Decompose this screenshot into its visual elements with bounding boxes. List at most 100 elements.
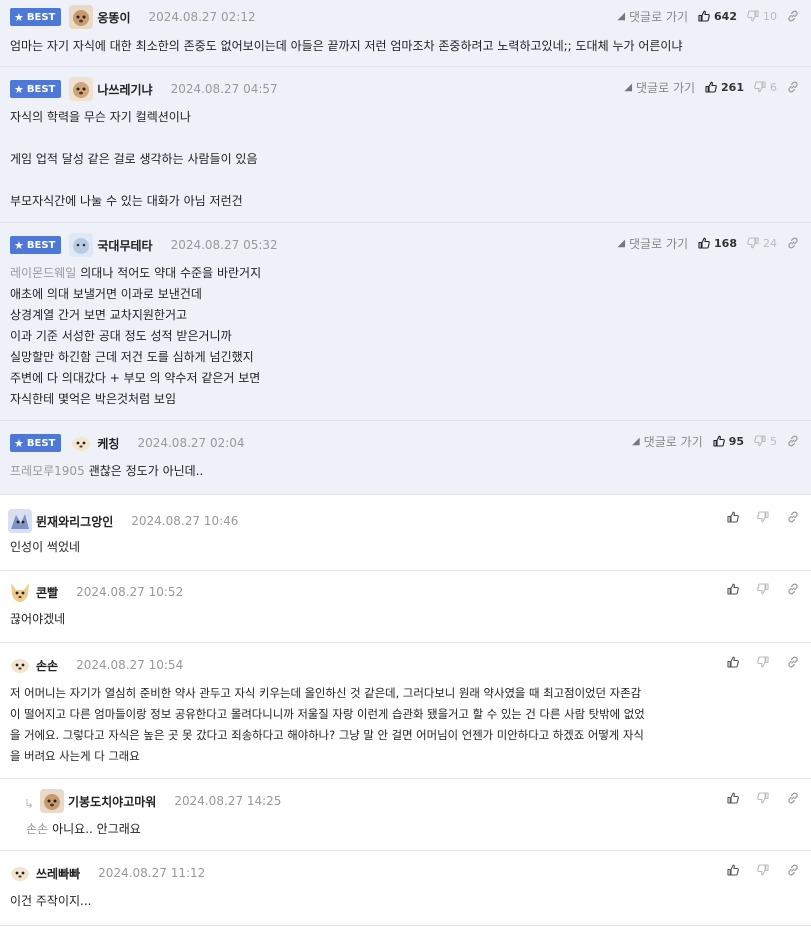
nickname[interactable]: 뮌재와리그앙인	[36, 513, 113, 530]
link-icon[interactable]	[787, 656, 799, 668]
comment-line: 끊어야겠네	[10, 612, 66, 626]
arrow-icon: ◢	[617, 237, 626, 249]
avatar[interactable]	[69, 233, 94, 257]
thumbs-down-icon[interactable]	[757, 864, 769, 876]
thumbs-up-icon	[713, 435, 725, 447]
downvote-button[interactable]: 5	[754, 435, 777, 448]
best-badge: ★ BEST	[10, 8, 62, 26]
link-icon[interactable]	[787, 583, 799, 595]
comment-line: 저 어머니는 자기가 열심히 준비한 약사 관두고 자식 키우는데 올인하신 것…	[10, 686, 642, 700]
comment-line: 상경계열 간거 보면 교차지원한거고	[10, 308, 188, 322]
downvote-button[interactable]: 24	[747, 237, 777, 250]
comment-line: 자식의 학력을 무슨 자기 컬렉션이나	[10, 110, 191, 124]
goto-reply-label: 댓글로 가기	[629, 236, 689, 251]
upvote-button[interactable]: 642	[698, 10, 737, 23]
reply-target-nick[interactable]: 프레모루1905	[10, 464, 85, 478]
comment-line: 실망할만 하긴함 근데 저건 도를 심하게 넘긴했지	[10, 350, 254, 364]
goto-reply-link[interactable]: ◢ 댓글로 가기	[617, 8, 688, 25]
arrow-icon: ◢	[624, 81, 633, 93]
thumbs-up-icon[interactable]	[727, 792, 739, 804]
nickname[interactable]: 콘빨	[36, 584, 58, 601]
comment-text: 끊어야겠네	[10, 609, 801, 630]
downvote-button[interactable]: 10	[747, 10, 777, 23]
nickname[interactable]: 손손	[36, 657, 58, 674]
comment-text: 프레모루1905 괜찮은 정도가 아닌데..	[10, 461, 801, 482]
link-icon[interactable]	[787, 10, 799, 22]
avatar[interactable]	[8, 861, 32, 885]
arrow-icon: ◢	[617, 10, 626, 22]
comment-line: 엄마는 자기 자식에 대한 최소한의 존중도 없어보이는데 아들은 끝까지 저런…	[10, 39, 683, 53]
comment-line: 주변에 다 의대갔다 + 부모 의 약수저 같은거 보면	[10, 371, 261, 385]
nickname[interactable]: 쓰레빠빠	[36, 865, 80, 882]
comment-date: 2024.08.27 02:12	[148, 10, 256, 24]
comment-line: 자식한테 몇억은 박은것처럼 보임	[10, 392, 177, 406]
best-label: BEST	[26, 11, 56, 23]
best-label: BEST	[26, 437, 56, 449]
thumbs-up-icon[interactable]	[727, 511, 739, 523]
nickname[interactable]: 케칭	[97, 435, 119, 452]
star-icon: ★	[14, 82, 24, 96]
best-label: BEST	[26, 239, 56, 251]
avatar[interactable]	[69, 77, 94, 101]
avatar[interactable]	[8, 509, 32, 533]
thumbs-up-icon[interactable]	[727, 583, 739, 595]
comment-item: ★ BEST 옹똥이 2024.08.27 02:12 ◢ 댓글로 가기 642 1…	[0, 0, 811, 67]
avatar[interactable]	[69, 431, 93, 455]
downvote-count: 6	[770, 80, 777, 94]
comment-date: 2024.08.27 02:04	[137, 436, 245, 450]
link-icon[interactable]	[787, 511, 799, 523]
nickname[interactable]: 옹똥이	[97, 9, 130, 26]
comment-item: ★ BEST 나쓰레기냐 2024.08.27 04:57 ◢ 댓글로 가기 261…	[0, 67, 811, 223]
avatar[interactable]	[40, 789, 64, 813]
downvote-count: 5	[770, 434, 777, 448]
thumbs-up-icon[interactable]	[727, 656, 739, 668]
comment-text: 이건 주작이지...	[10, 891, 801, 912]
goto-reply-link[interactable]: ◢ 댓글로 가기	[632, 433, 703, 450]
avatar[interactable]	[8, 580, 32, 604]
thumbs-down-icon	[747, 10, 759, 22]
thumbs-up-icon[interactable]	[727, 864, 739, 876]
comment-date: 2024.08.27 14:25	[174, 794, 282, 808]
avatar[interactable]	[8, 653, 32, 677]
comment-line: 이 떨어지고 다른 엄마들이랑 정보 공유한다고 몰려다니니까 저울질 자랑 이…	[10, 707, 645, 721]
comment-item: 손손 2024.08.27 10:54 저 어머니는 자기가 열심히 준비한 약…	[0, 643, 811, 779]
avatar[interactable]	[69, 5, 94, 29]
downvote-count: 24	[763, 236, 777, 250]
upvote-count: 261	[721, 80, 744, 94]
comment-date: 2024.08.27 05:32	[170, 238, 278, 252]
nickname[interactable]: 국대무테타	[97, 237, 152, 254]
comment-item: ★ BEST 국대무테타 2024.08.27 05:32 ◢ 댓글로 가기 168…	[0, 223, 811, 421]
nickname[interactable]: 나쓰레기냐	[97, 81, 152, 98]
upvote-button[interactable]: 261	[705, 81, 744, 94]
comment-text: 엄마는 자기 자식에 대한 최소한의 존중도 없어보이는데 아들은 끝까지 저런…	[10, 36, 801, 57]
downvote-count: 10	[763, 9, 777, 23]
nickname[interactable]: 기봉도치야고마워	[68, 793, 156, 810]
comment-line: 괜찮은 정도가 아닌데..	[88, 464, 204, 478]
goto-reply-link[interactable]: ◢ 댓글로 가기	[617, 235, 688, 252]
comment-date: 2024.08.27 11:12	[98, 866, 206, 880]
goto-reply-link[interactable]: ◢ 댓글로 가기	[624, 79, 695, 96]
thumbs-down-icon[interactable]	[757, 656, 769, 668]
reply-target-nick[interactable]: 손손	[26, 822, 48, 836]
thumbs-down-icon[interactable]	[757, 583, 769, 595]
upvote-button[interactable]: 95	[713, 435, 744, 448]
downvote-button[interactable]: 6	[754, 81, 777, 94]
link-icon[interactable]	[787, 237, 799, 249]
upvote-button[interactable]: 168	[698, 237, 737, 250]
reply-target-nick[interactable]: 레이몬드웨일	[10, 266, 76, 280]
thumbs-down-icon[interactable]	[757, 792, 769, 804]
comment-text: 레이몬드웨일 의대나 적어도 약대 수준을 바란거지 애초에 의대 보낼거면 이과로…	[10, 263, 801, 410]
link-icon[interactable]	[787, 435, 799, 447]
upvote-count: 168	[714, 236, 737, 250]
link-icon[interactable]	[787, 792, 799, 804]
comment-line: 아니요.. 안그래요	[52, 822, 141, 836]
thumbs-down-icon[interactable]	[757, 511, 769, 523]
link-icon[interactable]	[787, 864, 799, 876]
comment-line: 인성이 썩었네	[10, 540, 81, 554]
link-icon[interactable]	[787, 81, 799, 93]
comment-line: 부모자식간에 나눌 수 있는 대화가 아님 저런건	[10, 194, 243, 208]
comment-date: 2024.08.27 10:52	[76, 585, 184, 599]
upvote-count: 642	[714, 9, 737, 23]
